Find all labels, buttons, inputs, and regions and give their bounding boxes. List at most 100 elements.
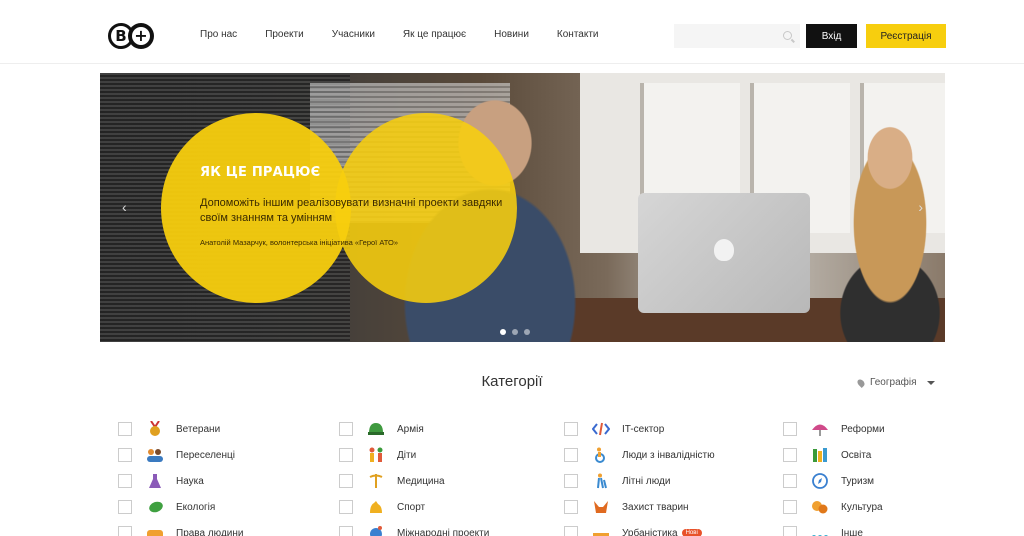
register-button[interactable]: Реєстрація: [866, 24, 946, 48]
nav-item-members[interactable]: Учасники: [332, 29, 375, 40]
dots-icon: [811, 524, 829, 536]
category-item[interactable]: Переселенці: [118, 446, 235, 464]
globe-icon: [367, 524, 385, 536]
category-checkbox[interactable]: [118, 474, 132, 488]
category-label: Екологія: [176, 501, 216, 513]
category-item[interactable]: Реформи: [783, 420, 885, 438]
caduceus-icon: [367, 472, 385, 490]
category-label: Наука: [176, 475, 204, 487]
category-item[interactable]: Спорт: [339, 498, 425, 516]
category-checkbox[interactable]: [564, 422, 578, 436]
category-label: Культура: [841, 501, 883, 513]
category-label: Діти: [397, 449, 417, 461]
search-box: [674, 24, 800, 48]
slider-dot[interactable]: [524, 329, 530, 335]
category-label: Туризм: [841, 475, 875, 487]
slider-dot[interactable]: [512, 329, 518, 335]
slider-dots: [500, 329, 530, 335]
category-checkbox[interactable]: [339, 448, 353, 462]
hero-subtitle: Допоможіть іншим реалізовувати визначні …: [200, 197, 503, 224]
category-item[interactable]: Міжнародні проекти: [339, 524, 489, 536]
flask-icon: [146, 472, 164, 490]
slider-dot[interactable]: [500, 329, 506, 335]
hero-author: Анатолій Мазарчук, волонтерська ініціати…: [200, 238, 398, 247]
chevron-left-icon[interactable]: ‹: [122, 199, 127, 215]
category-label: Літні люди: [622, 475, 671, 487]
login-button[interactable]: Вхід: [806, 24, 857, 48]
category-item[interactable]: Наука: [118, 472, 204, 490]
geography-dropdown[interactable]: Географія: [856, 377, 935, 388]
category-item[interactable]: Освіта: [783, 446, 871, 464]
nav-item-about[interactable]: Про нас: [200, 29, 237, 40]
category-item[interactable]: Культура: [783, 498, 883, 516]
category-item[interactable]: Ветерани: [118, 420, 220, 438]
category-checkbox[interactable]: [564, 474, 578, 488]
category-checkbox[interactable]: [783, 474, 797, 488]
books-icon: [811, 446, 829, 464]
category-item[interactable]: Інше: [783, 524, 863, 536]
category-item[interactable]: Медицина: [339, 472, 445, 490]
nav-item-how-it-works[interactable]: Як це працює: [403, 29, 466, 40]
chevron-down-icon: [926, 380, 935, 385]
children-icon: [367, 446, 385, 464]
nav-item-news[interactable]: Новини: [494, 29, 529, 40]
category-checkbox[interactable]: [339, 474, 353, 488]
category-checkbox[interactable]: [783, 422, 797, 436]
category-item[interactable]: Люди з інвалідністю: [564, 446, 715, 464]
category-label: Реформи: [841, 423, 885, 435]
category-item[interactable]: Екологія: [118, 498, 215, 516]
category-checkbox[interactable]: [118, 526, 132, 536]
wheelchair-icon: [592, 446, 610, 464]
leaf-icon: [146, 498, 164, 516]
category-checkbox[interactable]: [783, 526, 797, 536]
category-checkbox[interactable]: [783, 448, 797, 462]
category-checkbox[interactable]: [339, 526, 353, 536]
map-pin-icon: [856, 377, 866, 388]
muscle-icon: [367, 498, 385, 516]
logo[interactable]: B +: [108, 23, 154, 49]
category-label: IT-сектор: [622, 423, 665, 435]
nav-item-contacts[interactable]: Контакти: [557, 29, 599, 40]
category-label: Урбаністика: [622, 527, 678, 536]
umbrella-icon: [811, 420, 829, 438]
category-item[interactable]: Літні люди: [564, 472, 670, 490]
category-checkbox[interactable]: [118, 448, 132, 462]
category-checkbox[interactable]: [564, 500, 578, 514]
category-item[interactable]: Армія: [339, 420, 424, 438]
new-badge: Нові: [681, 529, 702, 536]
category-checkbox[interactable]: [118, 500, 132, 514]
category-label: Армія: [397, 423, 424, 435]
category-checkbox[interactable]: [118, 422, 132, 436]
category-item[interactable]: Урбаністика Нові: [564, 524, 702, 536]
apple-logo-icon: [714, 239, 734, 261]
category-label: Переселенці: [176, 449, 235, 461]
people-icon: [146, 446, 164, 464]
search-input[interactable]: [674, 24, 778, 48]
category-label: Медицина: [397, 475, 445, 487]
category-label: Міжнародні проекти: [397, 527, 490, 536]
hero-laptop: [638, 193, 810, 313]
search-icon[interactable]: [783, 31, 792, 40]
category-item[interactable]: Туризм: [783, 472, 874, 490]
category-checkbox[interactable]: [564, 448, 578, 462]
hands-icon: [146, 524, 164, 536]
category-item[interactable]: Діти: [339, 446, 416, 464]
category-checkbox[interactable]: [783, 500, 797, 514]
category-item[interactable]: IT-сектор: [564, 420, 664, 438]
site-header: B + Про нас Проекти Учасники Як це працю…: [0, 0, 1024, 64]
category-label: Захист тварин: [622, 501, 689, 513]
category-checkbox[interactable]: [564, 526, 578, 536]
category-item[interactable]: Захист тварин: [564, 498, 689, 516]
code-icon: [592, 420, 610, 438]
category-checkbox[interactable]: [339, 500, 353, 514]
category-item[interactable]: Права людини: [118, 524, 244, 536]
category-label: Люди з інвалідністю: [622, 449, 715, 461]
logo-plus-icon: +: [128, 23, 154, 49]
hero-slider: ЯК ЦЕ ПРАЦЮЄ Допоможіть іншим реалізовув…: [100, 73, 945, 342]
hero-person-woman: [820, 103, 945, 342]
compass-icon: [811, 472, 829, 490]
chevron-right-icon[interactable]: ›: [918, 199, 923, 215]
category-checkbox[interactable]: [339, 422, 353, 436]
category-label: Ветерани: [176, 423, 221, 435]
nav-item-projects[interactable]: Проекти: [265, 29, 304, 40]
